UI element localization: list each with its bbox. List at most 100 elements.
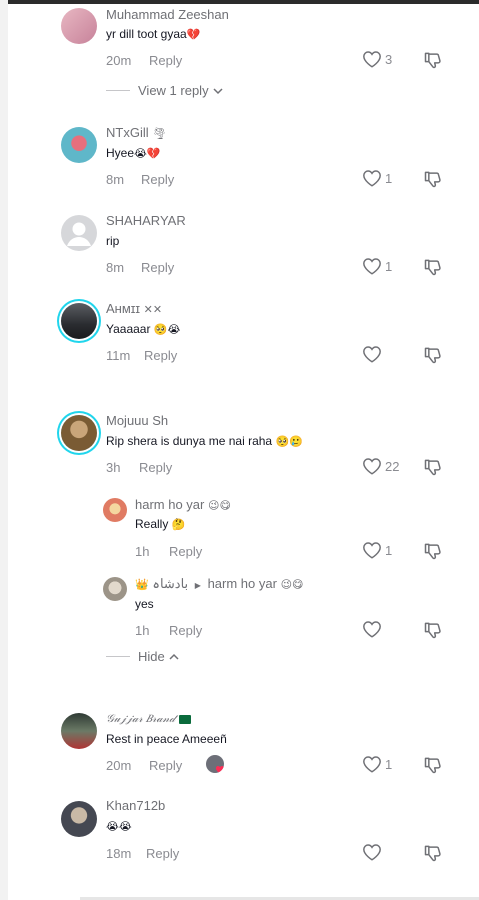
dislike-button[interactable] [423, 257, 443, 277]
avatar[interactable] [61, 801, 97, 837]
heart-outline-icon [363, 51, 381, 68]
dislike-button[interactable] [423, 843, 443, 863]
avatar[interactable] [61, 215, 97, 251]
heart-outline-icon [363, 621, 381, 638]
like-count: 22 [385, 458, 400, 474]
hide-replies-button[interactable]: Hide [106, 649, 180, 664]
comment-text: rip [106, 234, 120, 248]
reply-button[interactable]: Reply [149, 758, 182, 773]
avatar[interactable] [61, 415, 97, 451]
reply-button[interactable]: Reply [169, 623, 202, 638]
comment-author[interactable]: Khan712b [106, 798, 165, 813]
emoji: 😉😋 [280, 578, 304, 591]
comment-time: 18m [106, 846, 132, 861]
avatar[interactable] [103, 498, 127, 522]
like-button[interactable]: 1 [362, 541, 392, 559]
avatar[interactable] [61, 303, 97, 339]
reply-arrow-icon: ▶ [194, 581, 201, 590]
reply-button[interactable]: Reply [141, 260, 174, 275]
comment-time: 11m [106, 348, 131, 363]
comment-text: Hyee😭💔 [106, 146, 161, 160]
like-count: 1 [385, 258, 393, 274]
comment-author[interactable]: SHAHARYAR [106, 213, 186, 228]
emoji: 😭😭 [106, 820, 132, 833]
comment-text: yr dill toot gyaa💔 [106, 27, 201, 41]
comment-text: Rip shera is dunya me nai raha 🥺🥲 [106, 434, 303, 448]
comment-text: Rest in peace Ameeeñ [106, 732, 227, 746]
thumbs-down-icon [424, 347, 441, 364]
emoji: 💔 [186, 28, 201, 41]
replied-to-author[interactable]: harm ho yar [208, 576, 277, 591]
comment-author[interactable]: Mojuuu Sh [106, 413, 168, 428]
heart-outline-icon [363, 542, 381, 559]
dislike-button[interactable] [423, 755, 443, 775]
reply-button[interactable]: Reply [139, 460, 172, 475]
like-button[interactable]: 1 [362, 169, 392, 187]
comment-author[interactable]: 𝒢𝓊𝒿𝒿𝒶𝓇 𝐵𝓇𝒶𝓃𝒹 [106, 713, 191, 726]
divider [106, 656, 130, 657]
thumbs-down-icon [424, 171, 441, 188]
heart-outline-icon [363, 346, 381, 363]
left-edge [0, 0, 8, 900]
dislike-button[interactable] [423, 620, 443, 640]
thumbs-down-icon [424, 459, 441, 476]
like-count: 1 [385, 542, 393, 558]
creator-liked-avatar [206, 755, 224, 773]
reply-button[interactable]: Reply [141, 172, 174, 187]
comment-author[interactable]: Aʜᴍɪɪ ✕✕ [106, 301, 162, 316]
comment-author[interactable]: NTxGill 🌪 [106, 125, 166, 140]
avatar[interactable] [103, 577, 127, 601]
thumbs-down-icon [424, 622, 441, 639]
divider [106, 90, 130, 91]
like-button[interactable]: 1 [362, 257, 392, 275]
comment-time: 1h [135, 544, 150, 559]
reply-button[interactable]: Reply [146, 846, 179, 861]
comment-text: Really 🤔 [135, 517, 186, 531]
emoji: 😉😋 [208, 499, 231, 512]
heart-icon [215, 766, 224, 773]
comment-text: 😭😭 [106, 819, 132, 833]
comment-author[interactable]: Muhammad Zeeshan [106, 7, 229, 22]
reply-button[interactable]: Reply [169, 544, 202, 559]
emoji: 🥺🥲 [275, 435, 303, 448]
avatar[interactable] [61, 713, 97, 749]
hide-label: Hide [138, 649, 165, 664]
like-count: 3 [385, 51, 393, 67]
emoji: 🥺😭 [153, 323, 181, 336]
comment-text: yes [135, 597, 154, 611]
thumbs-down-icon [424, 52, 441, 69]
emoji: 😭💔 [134, 147, 161, 160]
author-prefix: بادشاہ [152, 576, 189, 591]
thumbs-down-icon [424, 259, 441, 276]
comment-author[interactable]: 👑 بادشاہ ▶ harm ho yar 😉😋 [135, 576, 304, 592]
like-button[interactable]: 22 [362, 457, 399, 475]
thumbs-down-icon [424, 543, 441, 560]
thumbs-down-icon [424, 845, 441, 862]
comment-author[interactable]: harm ho yar 😉😋 [135, 497, 231, 512]
top-bar [0, 0, 479, 4]
chevron-up-icon [169, 653, 179, 660]
like-button[interactable] [362, 345, 382, 363]
like-button[interactable]: 1 [362, 755, 392, 773]
comment-time: 3h [106, 460, 121, 475]
view-replies-button[interactable]: View 1 reply [106, 83, 224, 98]
dislike-button[interactable] [423, 345, 443, 365]
like-button[interactable] [362, 620, 382, 638]
comment-time: 8m [106, 260, 125, 275]
dislike-button[interactable] [423, 541, 443, 561]
dislike-button[interactable] [423, 50, 443, 70]
like-button[interactable]: 3 [362, 50, 392, 68]
avatar[interactable] [61, 127, 97, 163]
avatar[interactable] [61, 8, 97, 44]
reply-button[interactable]: Reply [144, 348, 177, 363]
emoji: 🤔 [171, 518, 186, 531]
like-count: 1 [385, 170, 393, 186]
chevron-down-icon [213, 87, 223, 94]
emoji: 🌪 [152, 127, 167, 140]
heart-outline-icon [363, 258, 381, 275]
dislike-button[interactable] [423, 169, 443, 189]
dislike-button[interactable] [423, 457, 443, 477]
comment-time: 1h [135, 623, 150, 638]
reply-button[interactable]: Reply [149, 53, 182, 68]
like-button[interactable] [362, 843, 382, 861]
